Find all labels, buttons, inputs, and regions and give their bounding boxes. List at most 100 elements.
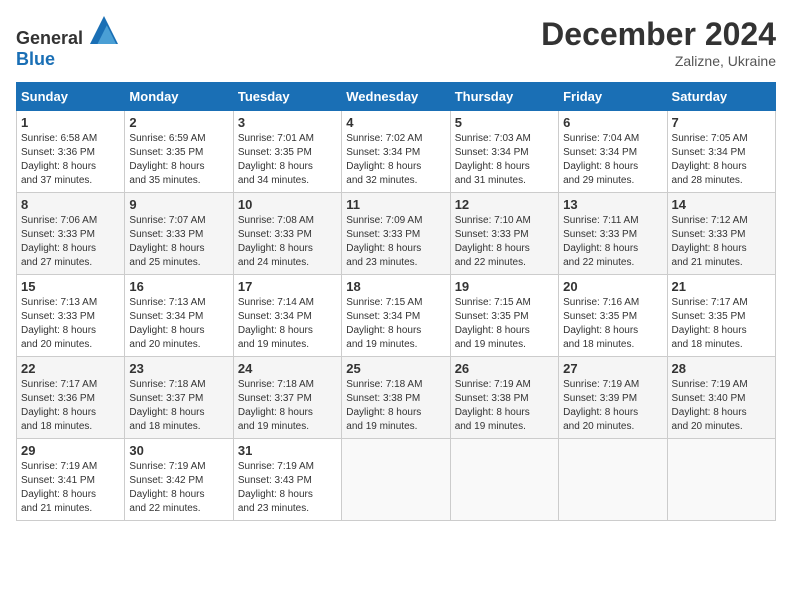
calendar-cell: 6 Sunrise: 7:04 AMSunset: 3:34 PMDaylight…: [559, 111, 667, 193]
day-info: Sunrise: 7:19 AMSunset: 3:43 PMDaylight:…: [238, 460, 337, 516]
day-info: Sunrise: 7:19 AMSunset: 3:38 PMDaylight:…: [455, 378, 554, 434]
day-info: Sunrise: 7:14 AMSunset: 3:34 PMDaylight:…: [238, 296, 337, 352]
day-info: Sunrise: 6:58 AMSunset: 3:36 PMDaylight:…: [21, 132, 120, 188]
day-number: 24: [238, 361, 337, 376]
day-number: 11: [346, 197, 445, 212]
day-number: 17: [238, 279, 337, 294]
day-info: Sunrise: 7:11 AMSunset: 3:33 PMDaylight:…: [563, 214, 662, 270]
day-info: Sunrise: 7:17 AMSunset: 3:36 PMDaylight:…: [21, 378, 120, 434]
logo-blue: Blue: [16, 49, 55, 69]
day-number: 26: [455, 361, 554, 376]
day-info: Sunrise: 7:18 AMSunset: 3:37 PMDaylight:…: [238, 378, 337, 434]
calendar-cell: 11 Sunrise: 7:09 AMSunset: 3:33 PMDayligh…: [342, 193, 450, 275]
day-info: Sunrise: 7:03 AMSunset: 3:34 PMDaylight:…: [455, 132, 554, 188]
day-number: 23: [129, 361, 228, 376]
calendar-cell: 13Sunrise: 7:11 AMSunset: 3:33 PMDayligh…: [559, 193, 667, 275]
calendar-cell: 2 Sunrise: 6:59 AMSunset: 3:35 PMDaylight…: [125, 111, 233, 193]
calendar-cell: 7 Sunrise: 7:05 AMSunset: 3:34 PMDaylight…: [667, 111, 775, 193]
calendar-cell: 22 Sunrise: 7:17 AMSunset: 3:36 PMDayligh…: [17, 357, 125, 439]
calendar-cell: 4Sunrise: 7:02 AMSunset: 3:34 PMDaylight…: [342, 111, 450, 193]
day-number: 10: [238, 197, 337, 212]
day-info: Sunrise: 7:16 AMSunset: 3:35 PMDaylight:…: [563, 296, 662, 352]
day-number: 22: [21, 361, 120, 376]
calendar-cell: 14Sunrise: 7:12 AMSunset: 3:33 PMDayligh…: [667, 193, 775, 275]
day-number: 27: [563, 361, 662, 376]
calendar-cell: 26 Sunrise: 7:19 AMSunset: 3:38 PMDayligh…: [450, 357, 558, 439]
day-number: 3: [238, 115, 337, 130]
day-number: 2: [129, 115, 228, 130]
calendar-cell: 25Sunrise: 7:18 AMSunset: 3:38 PMDayligh…: [342, 357, 450, 439]
header-tuesday: Tuesday: [233, 83, 341, 111]
location: Zalizne, Ukraine: [541, 53, 776, 69]
day-number: 19: [455, 279, 554, 294]
day-number: 9: [129, 197, 228, 212]
day-info: Sunrise: 7:05 AMSunset: 3:34 PMDaylight:…: [672, 132, 771, 188]
day-info: Sunrise: 7:19 AMSunset: 3:39 PMDaylight:…: [563, 378, 662, 434]
calendar-cell: 20 Sunrise: 7:16 AMSunset: 3:35 PMDayligh…: [559, 275, 667, 357]
month-title: December 2024: [541, 16, 776, 53]
calendar-cell: 9 Sunrise: 7:07 AMSunset: 3:33 PMDaylight…: [125, 193, 233, 275]
title-area: December 2024 Zalizne, Ukraine: [541, 16, 776, 69]
calendar-cell: 16Sunrise: 7:13 AMSunset: 3:34 PMDayligh…: [125, 275, 233, 357]
day-number: 20: [563, 279, 662, 294]
header-saturday: Saturday: [667, 83, 775, 111]
day-info: Sunrise: 7:18 AMSunset: 3:38 PMDaylight:…: [346, 378, 445, 434]
calendar-cell: [342, 439, 450, 521]
calendar-cell: 12Sunrise: 7:10 AMSunset: 3:33 PMDayligh…: [450, 193, 558, 275]
calendar-cell: 3 Sunrise: 7:01 AMSunset: 3:35 PMDaylight…: [233, 111, 341, 193]
day-info: Sunrise: 7:09 AMSunset: 3:33 PMDaylight:…: [346, 214, 445, 270]
header-monday: Monday: [125, 83, 233, 111]
day-info: Sunrise: 7:02 AMSunset: 3:34 PMDaylight:…: [346, 132, 445, 188]
day-number: 12: [455, 197, 554, 212]
day-info: Sunrise: 7:06 AMSunset: 3:33 PMDaylight:…: [21, 214, 120, 270]
day-info: Sunrise: 7:04 AMSunset: 3:34 PMDaylight:…: [563, 132, 662, 188]
calendar-cell: 15Sunrise: 7:13 AMSunset: 3:33 PMDayligh…: [17, 275, 125, 357]
calendar-header-row: Sunday Monday Tuesday Wednesday Thursday…: [17, 83, 776, 111]
page-header: General Blue December 2024 Zalizne, Ukra…: [16, 16, 776, 70]
day-info: Sunrise: 7:19 AMSunset: 3:41 PMDaylight:…: [21, 460, 120, 516]
day-info: Sunrise: 7:17 AMSunset: 3:35 PMDaylight:…: [672, 296, 771, 352]
calendar-cell: 23Sunrise: 7:18 AMSunset: 3:37 PMDayligh…: [125, 357, 233, 439]
day-number: 7: [672, 115, 771, 130]
logo: General Blue: [16, 16, 118, 70]
day-info: Sunrise: 7:01 AMSunset: 3:35 PMDaylight:…: [238, 132, 337, 188]
calendar-row: 1Sunrise: 6:58 AMSunset: 3:36 PMDaylight…: [17, 111, 776, 193]
day-number: 31: [238, 443, 337, 458]
day-number: 29: [21, 443, 120, 458]
day-info: Sunrise: 7:08 AMSunset: 3:33 PMDaylight:…: [238, 214, 337, 270]
logo-icon: [90, 16, 118, 44]
day-info: Sunrise: 7:13 AMSunset: 3:33 PMDaylight:…: [21, 296, 120, 352]
day-info: Sunrise: 7:07 AMSunset: 3:33 PMDaylight:…: [129, 214, 228, 270]
calendar-cell: 8 Sunrise: 7:06 AMSunset: 3:33 PMDaylight…: [17, 193, 125, 275]
calendar-cell: 10 Sunrise: 7:08 AMSunset: 3:33 PMDayligh…: [233, 193, 341, 275]
day-info: Sunrise: 7:19 AMSunset: 3:40 PMDaylight:…: [672, 378, 771, 434]
calendar-cell: [559, 439, 667, 521]
day-number: 28: [672, 361, 771, 376]
calendar-cell: [450, 439, 558, 521]
day-number: 8: [21, 197, 120, 212]
calendar-cell: 17 Sunrise: 7:14 AMSunset: 3:34 PMDayligh…: [233, 275, 341, 357]
calendar-cell: 18Sunrise: 7:15 AMSunset: 3:34 PMDayligh…: [342, 275, 450, 357]
calendar-cell: 30Sunrise: 7:19 AMSunset: 3:42 PMDayligh…: [125, 439, 233, 521]
day-number: 21: [672, 279, 771, 294]
calendar-cell: 27 Sunrise: 7:19 AMSunset: 3:39 PMDayligh…: [559, 357, 667, 439]
day-info: Sunrise: 7:15 AMSunset: 3:35 PMDaylight:…: [455, 296, 554, 352]
calendar-cell: 29 Sunrise: 7:19 AMSunset: 3:41 PMDayligh…: [17, 439, 125, 521]
logo-general: General: [16, 28, 83, 48]
calendar-cell: 21 Sunrise: 7:17 AMSunset: 3:35 PMDayligh…: [667, 275, 775, 357]
calendar-row: 8 Sunrise: 7:06 AMSunset: 3:33 PMDaylight…: [17, 193, 776, 275]
day-number: 14: [672, 197, 771, 212]
day-info: Sunrise: 6:59 AMSunset: 3:35 PMDaylight:…: [129, 132, 228, 188]
day-info: Sunrise: 7:19 AMSunset: 3:42 PMDaylight:…: [129, 460, 228, 516]
calendar-cell: 1Sunrise: 6:58 AMSunset: 3:36 PMDaylight…: [17, 111, 125, 193]
calendar-row: 22 Sunrise: 7:17 AMSunset: 3:36 PMDayligh…: [17, 357, 776, 439]
day-number: 6: [563, 115, 662, 130]
day-info: Sunrise: 7:15 AMSunset: 3:34 PMDaylight:…: [346, 296, 445, 352]
header-friday: Friday: [559, 83, 667, 111]
header-thursday: Thursday: [450, 83, 558, 111]
header-wednesday: Wednesday: [342, 83, 450, 111]
calendar-row: 15Sunrise: 7:13 AMSunset: 3:33 PMDayligh…: [17, 275, 776, 357]
calendar-cell: [667, 439, 775, 521]
header-sunday: Sunday: [17, 83, 125, 111]
calendar-cell: 5Sunrise: 7:03 AMSunset: 3:34 PMDaylight…: [450, 111, 558, 193]
